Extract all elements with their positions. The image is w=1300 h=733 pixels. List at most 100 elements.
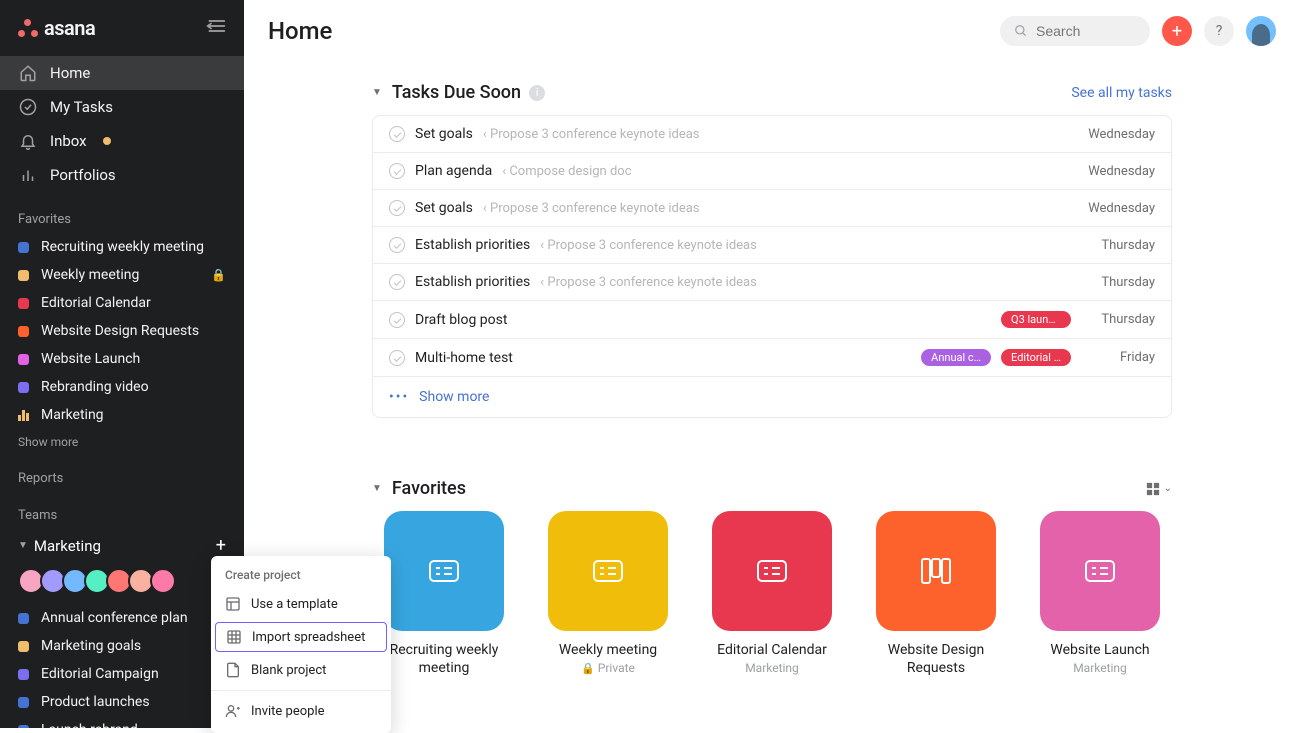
team-avatars[interactable]: [0, 562, 244, 604]
task-row[interactable]: Draft blog post Q3 launc… Thursday: [373, 301, 1171, 339]
menu-item-use-a-template[interactable]: Use a template: [211, 588, 391, 620]
team-projects-list: Annual conference plan Marketing goals Edi…: [0, 604, 244, 728]
favorite-card-website-launch[interactable]: Website Launch Marketing: [1028, 511, 1172, 677]
complete-checkbox[interactable]: [389, 274, 405, 290]
caret-down-icon[interactable]: ▼: [372, 483, 382, 494]
complete-checkbox[interactable]: [389, 237, 405, 253]
team-project-product-launches[interactable]: Product launches: [0, 688, 244, 716]
favorites-section: ▼ Favorites ⌄ Recruiting weekly meeting …: [372, 458, 1172, 677]
home-icon: [18, 64, 38, 82]
task-row[interactable]: Establish priorities Propose 3 conferenc…: [373, 264, 1171, 301]
help-button[interactable]: ?: [1204, 16, 1234, 46]
task-title: Establish priorities: [415, 237, 530, 253]
card-tile: [1040, 511, 1160, 631]
complete-checkbox[interactable]: [389, 312, 405, 328]
task-title: Draft blog post: [415, 312, 507, 328]
sidebar-item-label: Weekly meeting: [41, 267, 139, 283]
project-color-dot: [18, 326, 29, 337]
sidebar-item-website-launch[interactable]: Website Launch: [0, 345, 244, 373]
team-member-avatar[interactable]: [150, 568, 176, 594]
tasks-due-section: ▼ Tasks Due Soon i See all my tasks Set …: [372, 62, 1172, 418]
complete-checkbox[interactable]: [389, 163, 405, 179]
user-avatar[interactable]: [1246, 16, 1276, 46]
sidebar-item-label: Product launches: [41, 694, 150, 710]
sidebar-item-label: Launch rebrand: [41, 722, 138, 728]
task-due-date: Wednesday: [1081, 201, 1155, 216]
create-project-menu: Create project Use a templateImport spre…: [211, 556, 391, 733]
nav-item-inbox[interactable]: Inbox: [0, 124, 244, 158]
tasks-due-heading: Tasks Due Soon: [392, 82, 521, 103]
task-row[interactable]: Set goals Propose 3 conference keynote i…: [373, 116, 1171, 153]
bell-icon: [18, 132, 38, 150]
task-row[interactable]: Set goals Propose 3 conference keynote i…: [373, 190, 1171, 227]
menu-item-blank-project[interactable]: Blank project: [211, 654, 391, 686]
favorite-card-website-design-requests[interactable]: Website Design Requests: [864, 511, 1008, 677]
task-due-date: Thursday: [1081, 275, 1155, 290]
search-icon: [1014, 24, 1028, 38]
sidebar-collapse-icon[interactable]: [206, 18, 226, 39]
favorite-card-weekly-meeting[interactable]: Weekly meeting 🔒Private: [536, 511, 680, 677]
team-project-annual-conference-plan[interactable]: Annual conference plan: [0, 604, 244, 632]
project-color-dot: [18, 298, 29, 309]
project-pill[interactable]: Editorial …: [1001, 349, 1071, 366]
task-parent: Propose 3 conference keynote ideas: [540, 275, 757, 290]
team-project-launch-rebrand[interactable]: Launch rebrand: [0, 716, 244, 728]
task-row[interactable]: Multi-home test Annual c…Editorial … Fri…: [373, 339, 1171, 377]
task-title: Establish priorities: [415, 274, 530, 290]
info-icon[interactable]: i: [529, 85, 545, 101]
sidebar-item-editorial-calendar[interactable]: Editorial Calendar: [0, 289, 244, 317]
reports-heading[interactable]: Reports: [0, 455, 244, 492]
complete-checkbox[interactable]: [389, 200, 405, 216]
team-project-editorial-campaign[interactable]: Editorial Campaign: [0, 660, 244, 688]
search-input[interactable]: [1036, 23, 1126, 39]
search-box[interactable]: [1000, 16, 1150, 46]
omnibutton-add[interactable]: +: [1162, 16, 1192, 46]
project-pill[interactable]: Annual c…: [921, 349, 991, 366]
sidebar-favorites-list: Recruiting weekly meetingWeekly meeting🔒…: [0, 233, 244, 429]
team-project-marketing-goals[interactable]: Marketing goals: [0, 632, 244, 660]
card-title: Recruiting weekly meeting: [372, 641, 516, 677]
complete-checkbox[interactable]: [389, 350, 405, 366]
add-team-project-button[interactable]: +: [216, 535, 226, 556]
main: Home + ? ▼ Tasks Due Soon i See all my t…: [244, 0, 1300, 728]
nav-item-portfolios[interactable]: Portfolios: [0, 158, 244, 192]
project-pill[interactable]: Q3 launc…: [1001, 311, 1071, 328]
sidebar-item-weekly-meeting[interactable]: Weekly meeting🔒: [0, 261, 244, 289]
complete-checkbox[interactable]: [389, 126, 405, 142]
nav-item-home[interactable]: Home: [0, 56, 244, 90]
sidebar: asana HomeMy TasksInboxPortfolios Favori…: [0, 0, 244, 728]
more-icon[interactable]: •••: [389, 389, 409, 405]
page-title: Home: [268, 17, 988, 45]
task-row[interactable]: Plan agenda Compose design doc Wednesday: [373, 153, 1171, 190]
card-subtitle: 🔒Private: [581, 661, 635, 675]
sidebar-item-label: Marketing goals: [41, 638, 141, 654]
person-add-icon: [225, 703, 241, 719]
favorite-card-editorial-calendar[interactable]: Editorial Calendar Marketing: [700, 511, 844, 677]
document-icon: [225, 662, 241, 678]
favorite-card-recruiting-weekly-meeting[interactable]: Recruiting weekly meeting: [372, 511, 516, 677]
view-toggle[interactable]: ⌄: [1146, 482, 1172, 496]
task-list: Set goals Propose 3 conference keynote i…: [372, 115, 1172, 418]
task-due-date: Thursday: [1081, 312, 1155, 327]
sidebar-item-marketing[interactable]: Marketing: [0, 401, 244, 429]
menu-item-invite-people[interactable]: Invite people: [211, 695, 391, 727]
menu-item-import-spreadsheet[interactable]: Import spreadsheet: [215, 622, 387, 652]
sidebar-item-label: Editorial Campaign: [41, 666, 159, 682]
caret-down-icon[interactable]: ▼: [372, 87, 382, 98]
sidebar-item-website-design-requests[interactable]: Website Design Requests: [0, 317, 244, 345]
see-all-tasks-link[interactable]: See all my tasks: [1071, 85, 1172, 101]
task-row[interactable]: Establish priorities Propose 3 conferenc…: [373, 227, 1171, 264]
nav-item-my-tasks[interactable]: My Tasks: [0, 90, 244, 124]
card-subtitle: Marketing: [745, 661, 799, 675]
sidebar-item-rebranding-video[interactable]: Rebranding video: [0, 373, 244, 401]
project-color-dot: [18, 354, 29, 365]
card-subtitle: Marketing: [1073, 661, 1127, 675]
show-more-button[interactable]: Show more: [419, 389, 489, 405]
team-toggle[interactable]: ▼ Marketing +: [0, 529, 244, 562]
show-more-link[interactable]: Show more: [0, 429, 244, 455]
project-color-dot: [18, 641, 29, 652]
sidebar-item-recruiting-weekly-meeting[interactable]: Recruiting weekly meeting: [0, 233, 244, 261]
chevron-down-icon: ⌄: [1164, 483, 1172, 494]
project-color-dot: [18, 382, 29, 393]
logo[interactable]: asana: [18, 16, 95, 40]
